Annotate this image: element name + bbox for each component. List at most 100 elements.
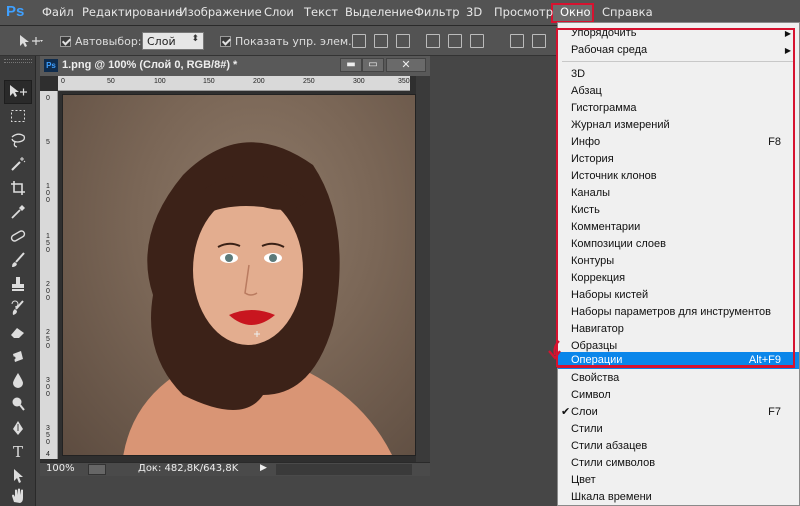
menu-item-navigator[interactable]: Навигатор	[558, 321, 799, 338]
menu-item-label: Каналы	[571, 187, 611, 199]
align-vcenter-icon[interactable]	[374, 34, 388, 48]
menu-filter[interactable]: Фильтр	[414, 5, 460, 19]
menu-item-info[interactable]: Инфо F8	[558, 134, 799, 151]
autoselect-dropdown[interactable]: Слой ⬍	[142, 32, 204, 50]
menu-item-label: Слои	[571, 406, 598, 418]
autoselect-label: Автовыбор:	[75, 34, 142, 48]
menu-item-paths[interactable]: Контуры	[558, 253, 799, 270]
document-tab-bar[interactable]: Ps 1.png @ 100% (Слой 0, RGB/8#) * ▬ ▭ ✕	[40, 56, 430, 76]
menu-item-character[interactable]: Символ	[558, 387, 799, 404]
maximize-button[interactable]: ▭	[362, 58, 384, 72]
menu-image[interactable]: Изображение	[179, 5, 262, 19]
menu-3d[interactable]: 3D	[466, 5, 482, 19]
menu-item-arrange[interactable]: Упорядочить ▶	[558, 25, 799, 42]
move-tool-icon[interactable]	[4, 80, 32, 104]
magic-wand-icon[interactable]	[4, 152, 32, 176]
lasso-tool-icon[interactable]	[4, 128, 32, 152]
align-left-icon[interactable]	[426, 34, 440, 48]
menu-item-label: Цвет	[571, 474, 596, 486]
menu-item-label: Свойства	[571, 372, 620, 384]
menu-item-channels[interactable]: Каналы	[558, 185, 799, 202]
menu-item-paragraph[interactable]: Абзац	[558, 83, 799, 100]
horizontal-scrollbar[interactable]	[276, 464, 412, 475]
dodge-tool-icon[interactable]	[4, 392, 32, 416]
healing-brush-icon[interactable]	[4, 224, 32, 248]
document-title: 1.png @ 100% (Слой 0, RGB/8#) *	[62, 59, 238, 71]
close-button[interactable]: ✕	[386, 58, 426, 72]
portrait-photo	[123, 142, 392, 455]
move-tool-preset-icon[interactable]	[18, 26, 44, 56]
menu-item-properties[interactable]: Свойства	[558, 370, 799, 387]
history-brush-icon[interactable]	[4, 296, 32, 320]
menu-item-timeline[interactable]: Шкала времени	[558, 489, 799, 506]
menu-item-character-styles[interactable]: Стили символов	[558, 455, 799, 472]
panel-grip[interactable]	[4, 59, 32, 63]
menu-item-histogram[interactable]: Гистограмма	[558, 100, 799, 117]
menu-item-color[interactable]: Цвет	[558, 472, 799, 489]
menu-item-label: Абзац	[571, 85, 602, 97]
menu-item-label: Навигатор	[571, 323, 624, 335]
menu-item-label: Стили	[571, 423, 603, 435]
brush-tool-icon[interactable]	[4, 248, 32, 272]
menu-item-history[interactable]: История	[558, 151, 799, 168]
hand-tool-icon[interactable]	[4, 484, 32, 506]
zoom-level[interactable]: 100%	[46, 463, 75, 474]
menu-item-brush[interactable]: Кисть	[558, 202, 799, 219]
autoselect-checkbox[interactable]: Автовыбор:	[60, 26, 142, 56]
menu-item-label: Гистограмма	[571, 102, 637, 114]
clone-stamp-icon[interactable]	[4, 272, 32, 296]
menu-separator	[562, 61, 795, 62]
menu-help[interactable]: Справка	[602, 5, 653, 19]
ruler-label: 2 0 0	[46, 281, 50, 302]
minimize-button[interactable]: ▬	[340, 58, 362, 72]
pen-tool-icon[interactable]	[4, 416, 32, 440]
menu-item-layers[interactable]: ✔ Слои F7	[558, 404, 799, 421]
menu-item-measurement-log[interactable]: Журнал измерений	[558, 117, 799, 134]
align-top-icon[interactable]	[352, 34, 366, 48]
ps-document-icon: Ps	[44, 59, 58, 72]
menu-item-tool-presets[interactable]: Наборы параметров для инструментов	[558, 304, 799, 321]
menu-edit[interactable]: Редактирование	[82, 5, 182, 19]
ruler-label: 3 0 0	[46, 377, 50, 398]
menu-item-label: Композиции слоев	[571, 238, 666, 250]
menu-window[interactable]: Окно	[560, 5, 591, 19]
ruler-label: 200	[253, 78, 265, 85]
menu-item-label: Операции	[571, 354, 623, 366]
blur-tool-icon[interactable]	[4, 368, 32, 392]
menu-item-comments[interactable]: Комментарии	[558, 219, 799, 236]
menu-file[interactable]: Файл	[42, 5, 74, 19]
align-hcenter-icon[interactable]	[448, 34, 462, 48]
eyedropper-icon[interactable]	[4, 200, 32, 224]
menu-layers[interactable]: Слои	[264, 5, 294, 19]
align-bottom-icon[interactable]	[396, 34, 410, 48]
menu-item-label: Наборы кистей	[571, 289, 649, 301]
menu-item-layer-comps[interactable]: Композиции слоев	[558, 236, 799, 253]
gradient-tool-icon[interactable]	[4, 344, 32, 368]
menu-item-styles[interactable]: Стили	[558, 421, 799, 438]
menu-item-adjustments[interactable]: Коррекция	[558, 270, 799, 287]
type-tool-icon[interactable]: T	[4, 440, 32, 464]
distribute-top-icon[interactable]	[510, 34, 524, 48]
submenu-arrow-icon: ▶	[784, 29, 791, 38]
status-menu-arrow-icon[interactable]: ▶	[260, 463, 267, 473]
share-icon[interactable]	[88, 464, 106, 475]
menu-view[interactable]: Просмотр	[494, 5, 553, 19]
menu-item-brush-presets[interactable]: Наборы кистей	[558, 287, 799, 304]
show-transform-checkbox[interactable]: Показать упр. элем.	[220, 26, 352, 56]
menu-item-shortcut: F7	[768, 406, 781, 418]
menu-item-clone-source[interactable]: Источник клонов	[558, 168, 799, 185]
eraser-icon[interactable]	[4, 320, 32, 344]
menu-item-paragraph-styles[interactable]: Стили абзацев	[558, 438, 799, 455]
distribute-vcenter-icon[interactable]	[532, 34, 546, 48]
align-right-icon[interactable]	[470, 34, 484, 48]
crop-tool-icon[interactable]	[4, 176, 32, 200]
dropdown-stepper-icon: ⬍	[191, 34, 199, 44]
marquee-tool-icon[interactable]	[4, 104, 32, 128]
menu-item-workspace[interactable]: Рабочая среда ▶	[558, 42, 799, 59]
menu-item-3d[interactable]: 3D	[558, 66, 799, 83]
menu-type[interactable]: Текст	[304, 5, 338, 19]
vertical-scrollbar[interactable]	[416, 76, 430, 462]
menu-item-label: Коррекция	[571, 272, 626, 284]
menu-select[interactable]: Выделение	[345, 5, 414, 19]
image-canvas[interactable]	[62, 94, 416, 456]
